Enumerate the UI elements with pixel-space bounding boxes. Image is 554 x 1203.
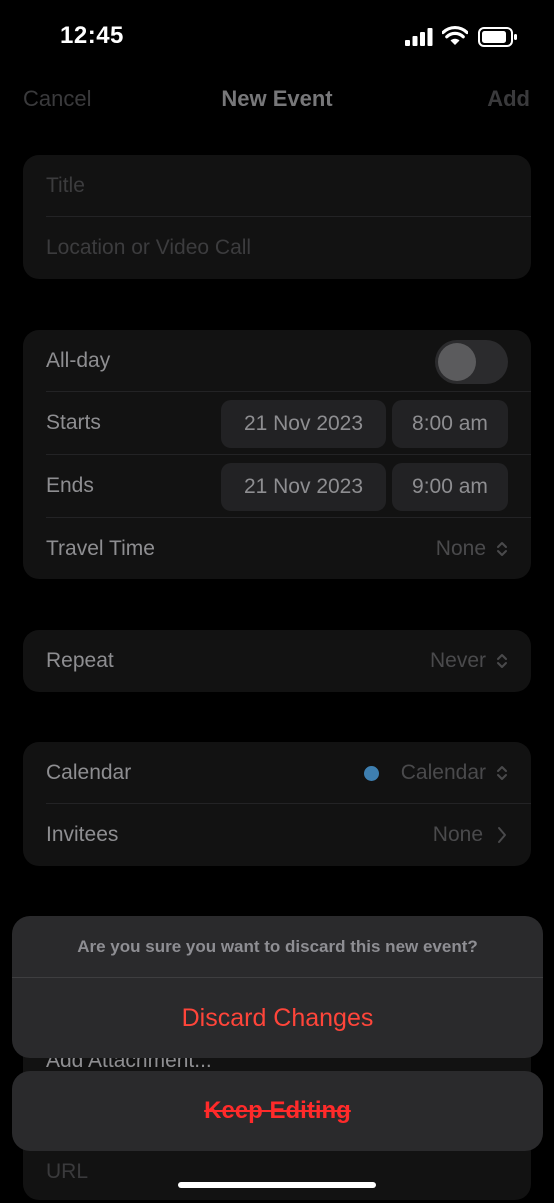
add-button[interactable]: Add [487, 86, 530, 112]
title-card: Title Location or Video Call [23, 155, 531, 279]
all-day-toggle[interactable] [435, 340, 508, 384]
repeat-card: Repeat Never [23, 630, 531, 692]
ends-label: Ends [46, 474, 94, 497]
invitees-label: Invitees [46, 823, 119, 846]
up-down-chevron-icon [497, 654, 507, 668]
invitees-row[interactable]: Invitees None [23, 804, 531, 866]
chevron-right-icon [498, 827, 506, 843]
location-field[interactable]: Location or Video Call [23, 217, 531, 279]
repeat-label: Repeat [46, 649, 114, 672]
home-indicator[interactable] [178, 1182, 376, 1188]
ends-row: Ends 21 Nov 2023 9:00 am [23, 455, 531, 517]
invitees-value: None [432, 823, 483, 846]
up-down-chevron-icon [497, 766, 507, 780]
calendar-value: Calendar [400, 761, 486, 784]
travel-time-row[interactable]: Travel Time None [23, 518, 531, 580]
calendar-color-dot [364, 766, 379, 781]
ends-time-button[interactable]: 9:00 am [392, 463, 508, 511]
calendar-label: Calendar [46, 761, 132, 784]
travel-time-label: Travel Time [46, 537, 155, 560]
ends-date-button[interactable]: 21 Nov 2023 [221, 463, 386, 511]
starts-time-button[interactable]: 8:00 am [392, 400, 508, 448]
calendar-row[interactable]: Calendar Calendar [23, 742, 531, 804]
discard-action-sheet: Are you sure you want to discard this ne… [12, 916, 543, 1058]
starts-label: Starts [46, 411, 101, 434]
travel-time-value: None [435, 537, 486, 560]
up-down-chevron-icon [497, 542, 507, 556]
toggle-knob [438, 343, 476, 381]
date-card: All-day Starts 21 Nov 2023 8:00 am Ends … [23, 330, 531, 579]
calendar-card: Calendar Calendar Invitees None [23, 742, 531, 866]
page-title: New Event [221, 86, 333, 111]
starts-row: Starts 21 Nov 2023 8:00 am [23, 392, 531, 454]
repeat-row[interactable]: Repeat Never [23, 630, 531, 692]
repeat-value: Never [429, 649, 486, 672]
all-day-row: All-day [23, 330, 531, 392]
title-placeholder: Title [46, 174, 85, 197]
discard-changes-button[interactable]: Discard Changes [12, 978, 543, 1058]
action-sheet-message: Are you sure you want to discard this ne… [77, 937, 478, 956]
location-placeholder: Location or Video Call [46, 236, 252, 259]
starts-date-button[interactable]: 21 Nov 2023 [221, 400, 386, 448]
keep-editing-button[interactable]: Keep Editing [12, 1071, 543, 1151]
all-day-label: All-day [46, 349, 111, 372]
title-field[interactable]: Title [23, 155, 531, 217]
